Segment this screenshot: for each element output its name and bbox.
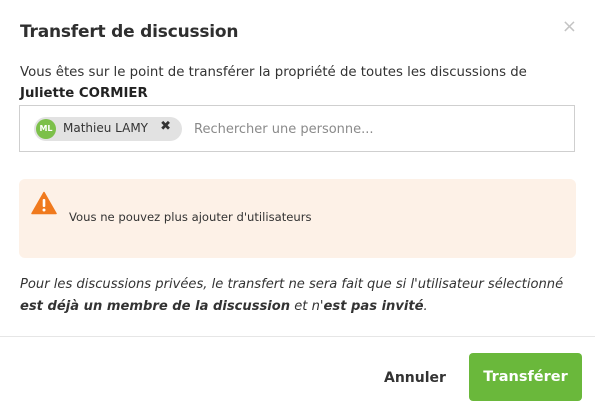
- note-bold-1: est déjà un membre de la discussion: [20, 299, 291, 314]
- search-input[interactable]: [194, 118, 554, 140]
- note-part-1: Pour les discussions privées, le transfe…: [20, 277, 564, 292]
- cancel-button[interactable]: Annuler: [380, 366, 450, 390]
- alert-message: Vous ne pouvez plus ajouter d'utilisateu…: [69, 210, 312, 224]
- avatar: ML: [36, 119, 56, 139]
- transfer-button[interactable]: Transférer: [469, 353, 582, 401]
- footer-divider: [0, 336, 595, 337]
- note-part-3: .: [423, 299, 428, 314]
- note-bold-2: est pas invité: [323, 299, 424, 314]
- warning-triangle-icon: [31, 191, 57, 219]
- dialog-title: Transfert de discussion: [20, 22, 239, 42]
- note-part-2: et n': [290, 299, 324, 314]
- selected-person-chip: ML Mathieu LAMY ✖: [34, 117, 182, 141]
- intro-text: Vous êtes sur le point de transférer la …: [20, 62, 575, 104]
- intro-sentence: Vous êtes sur le point de transférer la …: [20, 65, 527, 80]
- remove-chip-icon[interactable]: ✖: [160, 119, 171, 134]
- person-picker[interactable]: ML Mathieu LAMY ✖: [19, 105, 575, 152]
- chip-label: Mathieu LAMY: [63, 121, 149, 135]
- warning-alert: Vous ne pouvez plus ajouter d'utilisateu…: [19, 179, 576, 258]
- source-user-name: Juliette CORMIER: [20, 86, 148, 101]
- private-discussion-note: Pour les discussions privées, le transfe…: [20, 274, 580, 318]
- transfer-dialog: Transfert de discussion × Vous êtes sur …: [0, 0, 595, 414]
- close-icon[interactable]: ×: [562, 18, 577, 36]
